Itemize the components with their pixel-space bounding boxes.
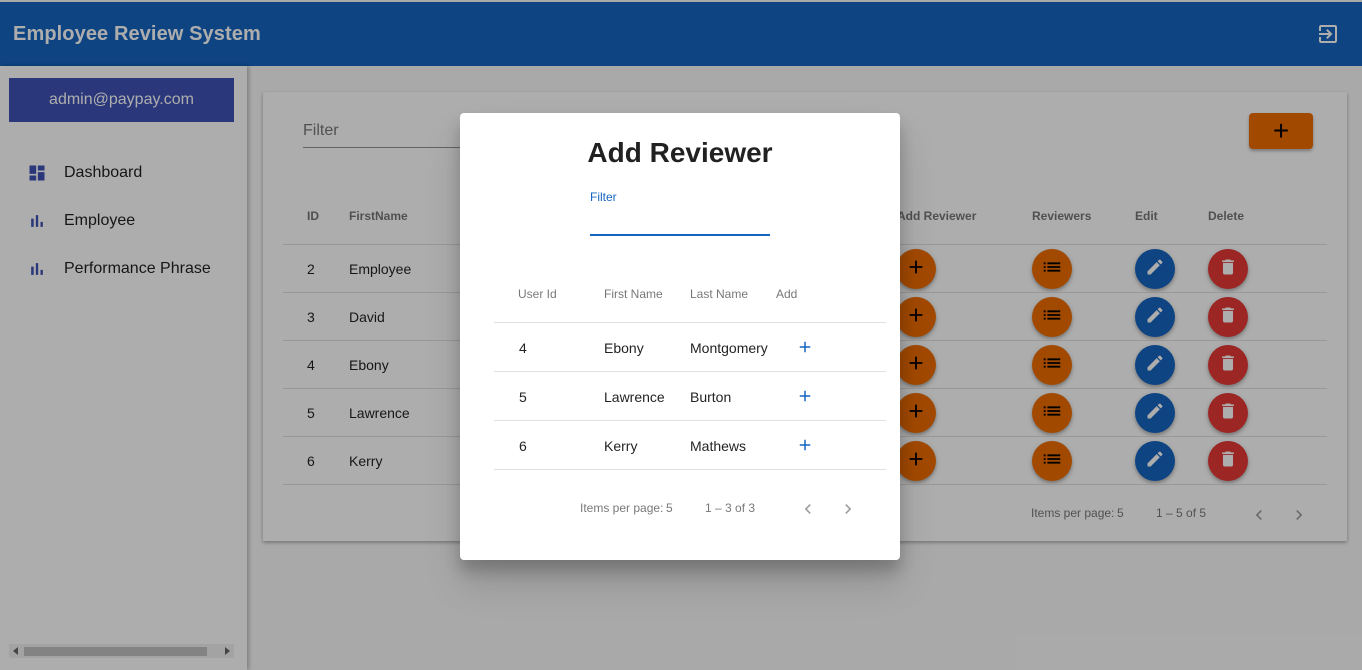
dialog-column-user-id: User Id <box>518 287 557 301</box>
cell-last-name: Mathews <box>690 438 747 454</box>
add-reviewer-plus-icon[interactable] <box>796 387 814 405</box>
cell-last-name: Burton <box>690 389 732 405</box>
dialog-filter-underline <box>590 234 770 236</box>
dialog-items-per-page-label: Items per page: <box>580 501 664 515</box>
cell-first-name: Lawrence <box>604 389 665 405</box>
dialog-column-first-name: First Name <box>604 287 663 301</box>
dialog-filter-input[interactable] <box>590 207 770 235</box>
cell-user-id: 5 <box>519 389 527 405</box>
cell-user-id: 4 <box>519 340 527 356</box>
dialog-column-add: Add <box>776 287 798 301</box>
cell-first-name: Ebony <box>604 340 644 356</box>
dialog-page-size-select[interactable]: 5 <box>666 501 673 515</box>
dialog-page-range: 1 – 3 of 3 <box>705 501 756 515</box>
dialog-table-bottom-divider <box>494 469 886 470</box>
cell-first-name: Kerry <box>604 438 638 454</box>
dialog-title: Add Reviewer <box>587 137 773 168</box>
add-reviewer-plus-icon[interactable] <box>796 338 814 356</box>
dialog-table-row: 4 Ebony Montgomery <box>494 322 886 371</box>
dialog-table-row: 5 Lawrence Burton <box>494 371 886 420</box>
dialog-next-page-icon[interactable] <box>838 499 858 519</box>
cell-last-name: Montgomery <box>690 340 768 356</box>
add-reviewer-plus-icon[interactable] <box>796 436 814 454</box>
dialog-column-last-name: Last Name <box>690 287 749 301</box>
dialog-table-row: 6 Kerry Mathews <box>494 420 886 469</box>
dialog-previous-page-icon[interactable] <box>798 499 818 519</box>
cell-user-id: 6 <box>519 438 527 454</box>
add-reviewer-dialog: Add Reviewer Filter User Id First Name L… <box>460 113 900 560</box>
dialog-filter-label: Filter <box>590 190 617 204</box>
